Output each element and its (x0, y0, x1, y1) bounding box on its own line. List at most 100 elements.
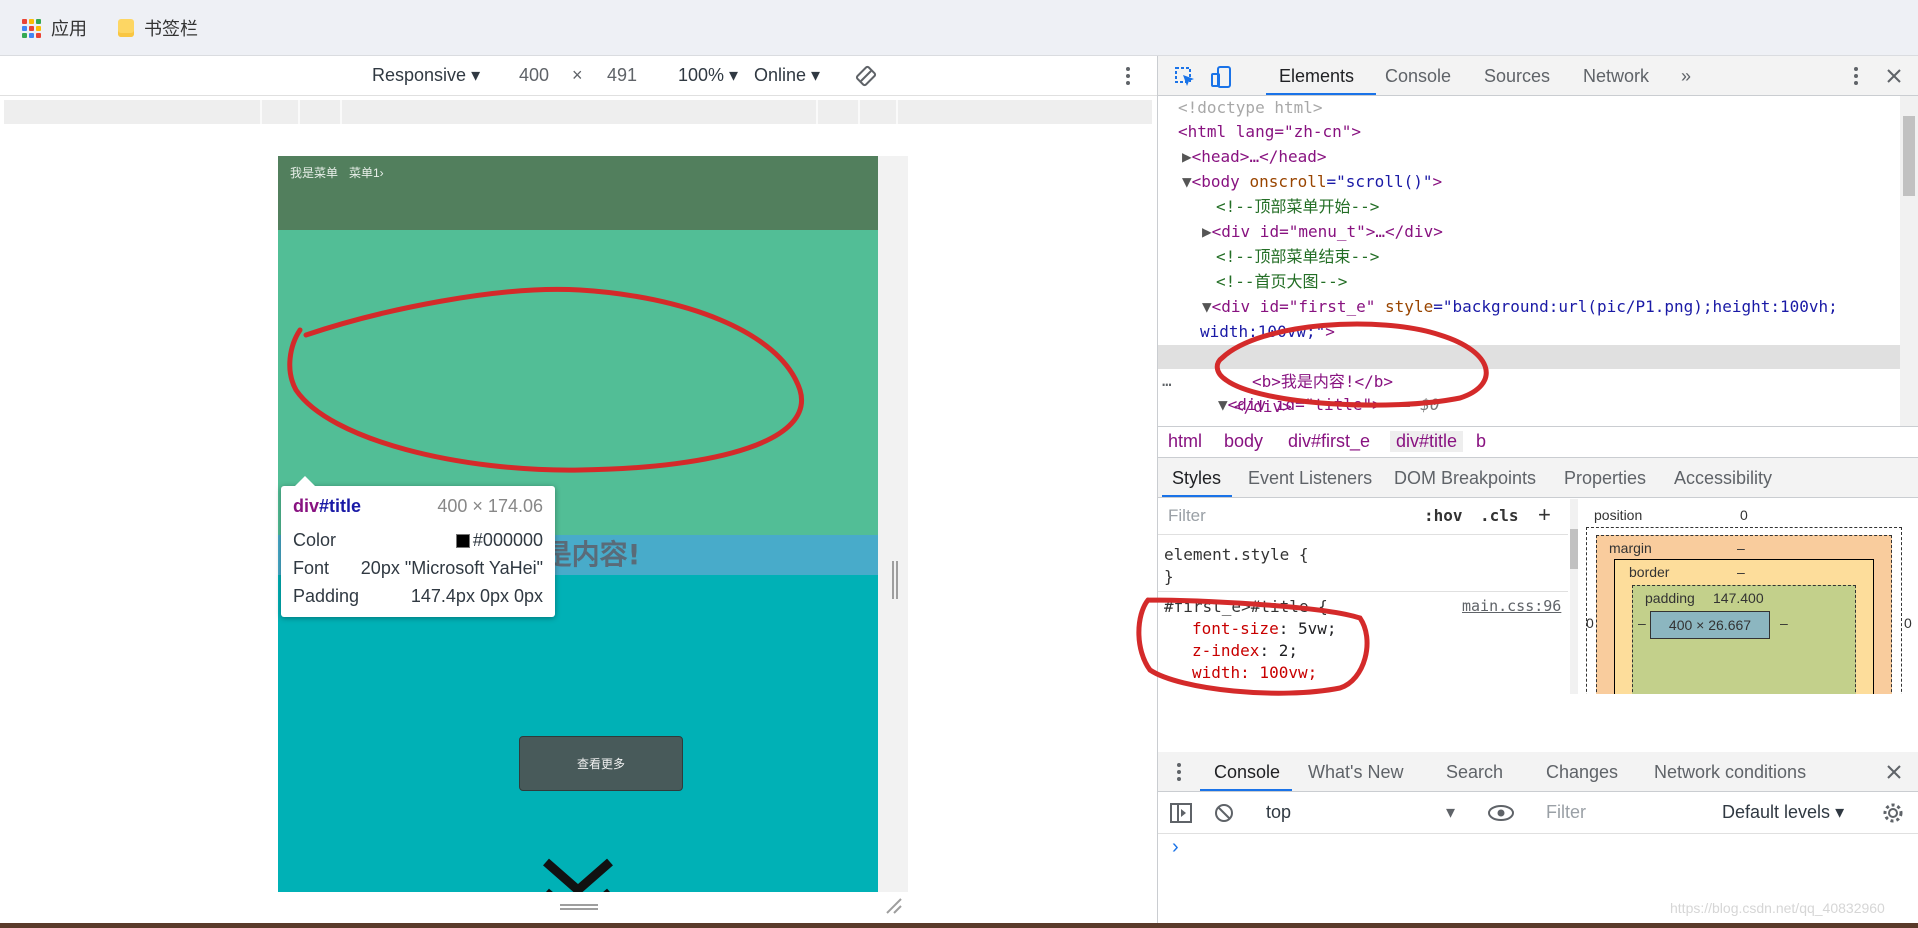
margin-right-value: 0 (1904, 615, 1912, 631)
padding-value: 147.400 (1713, 590, 1764, 606)
dom-comment-menu-end[interactable]: <!--顶部菜单结束--> (1216, 245, 1379, 269)
menu-item-1[interactable]: 我是菜单 (290, 164, 338, 181)
new-rule-button[interactable]: + (1538, 502, 1551, 528)
apps-bookmark[interactable]: 应用 (22, 15, 87, 41)
dom-doctype[interactable]: <!doctype html> (1178, 96, 1323, 120)
console-settings-gear-icon[interactable] (1882, 802, 1904, 824)
dom-first-e-continued[interactable]: width:100vw;"> (1200, 320, 1335, 344)
dom-body[interactable]: ▼<body onscroll="scroll()"> (1182, 170, 1442, 194)
tab-styles[interactable]: Styles (1172, 468, 1221, 489)
margin-label: margin (1609, 540, 1652, 556)
more-options-icon[interactable] (1124, 66, 1132, 86)
height-input[interactable]: 491 (596, 65, 648, 86)
padding-box[interactable]: padding 147.400 (1632, 585, 1856, 694)
drawer-tab-indicator (1200, 789, 1292, 791)
position-label: position (1594, 507, 1643, 523)
log-levels-select[interactable]: Default levels ▾ (1722, 802, 1844, 823)
breadcrumb-first-e[interactable]: div#first_e (1288, 431, 1370, 452)
cls-toggle[interactable]: .cls (1480, 506, 1519, 525)
close-devtools-icon[interactable] (1886, 68, 1902, 84)
styles-pane: Filter :hov .cls + element.style { } #fi… (1158, 499, 1568, 694)
drawer-tab-whats-new[interactable]: What's New (1308, 762, 1403, 783)
breadcrumb-body[interactable]: body (1224, 431, 1263, 452)
context-select[interactable]: top (1266, 802, 1291, 823)
device-toolbar: Responsive ▾ 400 × 491 100% ▾ Online ▾ (0, 56, 1157, 96)
double-chevron-down-icon[interactable] (538, 856, 618, 892)
watermark: https://blog.csdn.net/qq_40832960 (1670, 900, 1885, 916)
dom-menu-div[interactable]: ▶<div id="menu_t">…</div> (1202, 220, 1443, 244)
viewport-height-handle[interactable] (560, 904, 598, 910)
prop-width[interactable]: width: 100vw; (1192, 663, 1317, 682)
tab-elements[interactable]: Elements (1279, 66, 1354, 87)
device-toolbar-icon[interactable] (1210, 65, 1234, 89)
breadcrumb-b[interactable]: b (1476, 431, 1486, 452)
tab-console[interactable]: Console (1385, 66, 1451, 87)
close-drawer-icon[interactable] (1886, 764, 1902, 780)
drawer-tab-network-conditions[interactable]: Network conditions (1654, 762, 1806, 783)
drawer-menu-icon[interactable] (1176, 762, 1182, 782)
dom-head[interactable]: ▶<head>…</head> (1182, 145, 1327, 169)
inspect-element-icon[interactable] (1174, 66, 1196, 88)
dom-comment-hero[interactable]: <!--首页大图--> (1216, 270, 1347, 294)
tooltip-font-label: Font (293, 558, 330, 578)
media-query-bar[interactable] (4, 100, 1152, 124)
prop-z-index[interactable]: z-index: 2; (1192, 641, 1298, 660)
device-select[interactable]: Responsive ▾ (372, 65, 480, 86)
bookmarks-bar: 应用 书签栏 (0, 0, 1918, 56)
devtools-main-tabs: Elements Console Sources Network » (1158, 56, 1918, 96)
zoom-select[interactable]: 100% ▾ (678, 65, 738, 86)
apps-label: 应用 (51, 19, 87, 39)
breadcrumb-title[interactable]: div#title (1390, 431, 1464, 452)
dom-html[interactable]: <html lang="zh-cn"> (1178, 120, 1361, 144)
view-more-button[interactable]: 查看更多 (519, 736, 683, 791)
live-expression-eye-icon[interactable] (1488, 804, 1514, 822)
drawer-tab-search[interactable]: Search (1446, 762, 1503, 783)
padding-label: padding (1645, 590, 1695, 606)
drawer-tab-changes[interactable]: Changes (1546, 762, 1618, 783)
styles-scrollbar[interactable] (1570, 499, 1578, 694)
tab-accessibility[interactable]: Accessibility (1674, 468, 1772, 489)
tab-network[interactable]: Network (1583, 66, 1649, 87)
sidebar-toggle-icon[interactable] (1170, 803, 1192, 823)
prop-font-size[interactable]: font-size: 5vw; (1192, 619, 1337, 638)
drawer-tab-console[interactable]: Console (1214, 762, 1280, 783)
hov-toggle[interactable]: :hov (1424, 506, 1463, 525)
clear-console-icon[interactable] (1214, 803, 1234, 823)
breadcrumb-html[interactable]: html (1168, 431, 1202, 452)
rule-source-link[interactable]: main.css:96 (1462, 597, 1561, 615)
dom-div-close[interactable]: </div> (1234, 395, 1292, 419)
styles-filter-input[interactable]: Filter (1168, 506, 1206, 526)
context-dropdown-icon[interactable]: ▾ (1446, 802, 1455, 823)
more-tabs-button[interactable]: » (1681, 66, 1691, 87)
rule-selector[interactable]: #first_e>#title { (1164, 597, 1328, 616)
rotate-icon[interactable] (855, 65, 877, 87)
tooltip-size: 400 × 174.06 (437, 496, 543, 516)
dom-comment-menu-start[interactable]: <!--顶部菜单开始--> (1216, 195, 1379, 219)
tab-properties[interactable]: Properties (1564, 468, 1646, 489)
bookmarks-folder[interactable]: 书签栏 (118, 15, 198, 41)
content-box[interactable]: 400 × 26.667 (1650, 611, 1770, 639)
tooltip-color-label: Color (293, 530, 337, 550)
tab-event-listeners[interactable]: Event Listeners (1248, 468, 1372, 489)
tab-dom-breakpoints[interactable]: DOM Breakpoints (1394, 468, 1536, 489)
width-input[interactable]: 400 (508, 65, 560, 86)
devtools-menu-icon[interactable] (1852, 66, 1860, 86)
apps-grid-icon (22, 18, 41, 38)
tab-sources[interactable]: Sources (1484, 66, 1550, 87)
console-filter-input[interactable]: Filter (1546, 802, 1586, 823)
dom-scrollbar[interactable] (1900, 96, 1918, 426)
devtools-panel: Elements Console Sources Network » <!doc… (1158, 56, 1918, 928)
element-style-rule[interactable]: element.style { (1164, 545, 1309, 564)
tooltip-padding-value: 147.4px 0px 0px (410, 586, 543, 606)
throttle-select[interactable]: Online ▾ (754, 65, 820, 86)
console-prompt[interactable]: › (1172, 836, 1179, 859)
dom-b-element[interactable]: <b>我是内容!</b> (1252, 370, 1393, 394)
corner-resize-icon[interactable] (884, 896, 904, 916)
tooltip-font-value: 20px "Microsoft YaHei" (360, 558, 543, 578)
viewport-resize-handle[interactable] (892, 561, 898, 599)
element-style-close: } (1164, 567, 1174, 586)
dom-first-e-div[interactable]: ▼<div id="first_e" style="background:url… (1202, 295, 1838, 319)
dom-title-div-selected[interactable]: … ▼<div id="title"> == $0 (1158, 345, 1900, 414)
padding-left-value: – (1638, 615, 1646, 631)
menu-item-2[interactable]: 菜单1› (349, 164, 384, 181)
